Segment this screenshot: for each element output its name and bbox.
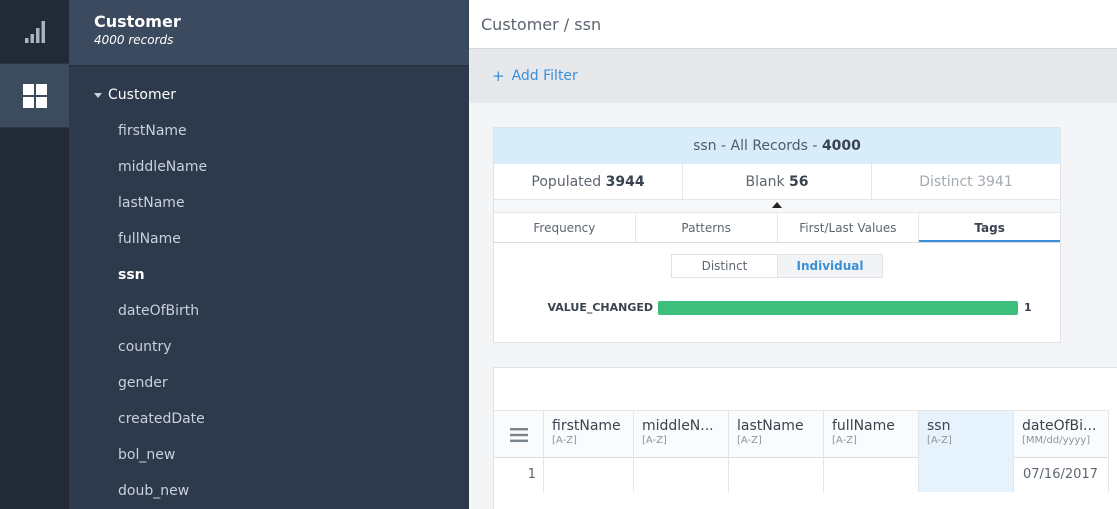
plus-icon: + [492, 67, 505, 85]
content-area: ssn - All Records - 4000 Populated 3944 … [469, 103, 1117, 509]
column-header-fullname[interactable]: fullName [A-Z] [824, 411, 919, 458]
sidebar-item-lastname[interactable]: lastName [69, 185, 469, 221]
column-format: [A-Z] [832, 435, 857, 446]
column-header-dateofbi[interactable]: dateOfBi... [MM/dd/yyyy] [1014, 411, 1109, 458]
grid-icon [22, 83, 47, 108]
column-name: firstName [552, 418, 621, 434]
table-cell[interactable] [729, 458, 824, 492]
bar-chart-icon [24, 20, 45, 43]
column-name: ssn [927, 418, 951, 434]
pointer-arrow-icon [772, 202, 782, 208]
sidebar-group-customer[interactable]: Customer [69, 77, 469, 113]
data-grid: firstName [A-Z] middleN... [A-Z] lastName [A-… [493, 367, 1117, 509]
tab-tags[interactable]: Tags [919, 212, 1060, 242]
tag-row[interactable]: VALUE_CHANGED 1 [494, 300, 1062, 316]
table-cell[interactable] [919, 458, 1014, 492]
main-panel: Customer / ssn + Add Filter ssn - All Re… [469, 0, 1117, 509]
analysis-tabs: Frequency Patterns First/Last Values Tags [494, 212, 1060, 243]
sidebar-item-gender[interactable]: gender [69, 365, 469, 401]
summary-header: ssn - All Records - 4000 [494, 128, 1060, 164]
sidebar-field-list: firstName middleName lastName fullName ssn da… [69, 113, 469, 509]
toggle-individual[interactable]: Individual [777, 255, 882, 277]
total-records: 4000 [821, 138, 861, 154]
column-header-lastname[interactable]: lastName [A-Z] [729, 411, 824, 458]
dataset-title: Customer [94, 12, 181, 31]
stat-populated[interactable]: Populated 3944 [494, 164, 683, 199]
tag-bar [658, 301, 1018, 315]
column-name: dateOfBi... [1022, 418, 1097, 434]
sidebar-item-middlename[interactable]: middleName [69, 149, 469, 185]
field-summary-card: ssn - All Records - 4000 Populated 3944 … [493, 127, 1061, 343]
column-header-middlen[interactable]: middleN... [A-Z] [634, 411, 729, 458]
sidebar-item-fullname[interactable]: fullName [69, 221, 469, 257]
stat-distinct[interactable]: Distinct 3941 [872, 164, 1060, 199]
sidebar-item-firstname[interactable]: firstName [69, 113, 469, 149]
distinct-individual-toggle: Distinct Individual [671, 254, 883, 278]
add-filter-button[interactable]: Add Filter [512, 68, 578, 84]
row-index: 1 [494, 458, 544, 492]
column-header-firstname[interactable]: firstName [A-Z] [544, 411, 634, 458]
column-name: fullName [832, 418, 895, 434]
caret-down-icon [94, 92, 102, 98]
rail-button-grid[interactable] [0, 64, 69, 128]
column-format: [MM/dd/yyyy] [1022, 435, 1091, 446]
column-format: [A-Z] [737, 435, 762, 446]
table-cell[interactable] [634, 458, 729, 492]
filter-bar: + Add Filter [469, 49, 1117, 103]
stat-blank[interactable]: Blank 56 [683, 164, 872, 199]
sidebar-item-ssn[interactable]: ssn [69, 257, 469, 293]
column-menu-button[interactable] [494, 411, 544, 458]
grid-header: firstName [A-Z] middleN... [A-Z] lastName [A-… [494, 410, 1109, 458]
field-sidebar: Customer 4000 records Customer firstName… [69, 0, 479, 509]
sidebar-group-label: Customer [108, 87, 177, 103]
column-name: middleN... [642, 418, 714, 434]
table-cell[interactable] [824, 458, 919, 492]
record-count: 4000 records [94, 33, 174, 47]
sidebar-item-bol-new[interactable]: bol_new [69, 437, 469, 473]
toggle-distinct[interactable]: Distinct [672, 255, 777, 277]
column-format: [A-Z] [552, 435, 577, 446]
table-cell[interactable] [544, 458, 634, 492]
hamburger-menu-icon [509, 427, 528, 442]
column-header-ssn[interactable]: ssn [A-Z] [919, 411, 1014, 458]
table-cell[interactable]: 07/16/2017 [1014, 458, 1109, 492]
sidebar-item-doub-new[interactable]: doub_new [69, 473, 469, 509]
icon-rail [0, 0, 69, 509]
column-name: lastName [737, 418, 804, 434]
sidebar-item-dateofbirth[interactable]: dateOfBirth [69, 293, 469, 329]
tab-first-last-values[interactable]: First/Last Values [777, 212, 920, 242]
column-format: [A-Z] [927, 435, 952, 446]
sidebar-item-country[interactable]: country [69, 329, 469, 365]
tab-patterns[interactable]: Patterns [635, 212, 778, 242]
table-row: 1 07/16/2017 [494, 458, 1109, 492]
sidebar-item-createddate[interactable]: createdDate [69, 401, 469, 437]
tab-frequency[interactable]: Frequency [494, 212, 636, 242]
rail-button-stats[interactable] [0, 0, 69, 64]
tag-count: 1 [1024, 301, 1032, 314]
tag-label: VALUE_CHANGED [547, 301, 653, 314]
breadcrumb: Customer / ssn [469, 0, 1117, 49]
sidebar-header: Customer 4000 records [69, 0, 469, 66]
column-format: [A-Z] [642, 435, 667, 446]
stats-row: Populated 3944 Blank 56 Distinct 3941 [494, 164, 1060, 200]
